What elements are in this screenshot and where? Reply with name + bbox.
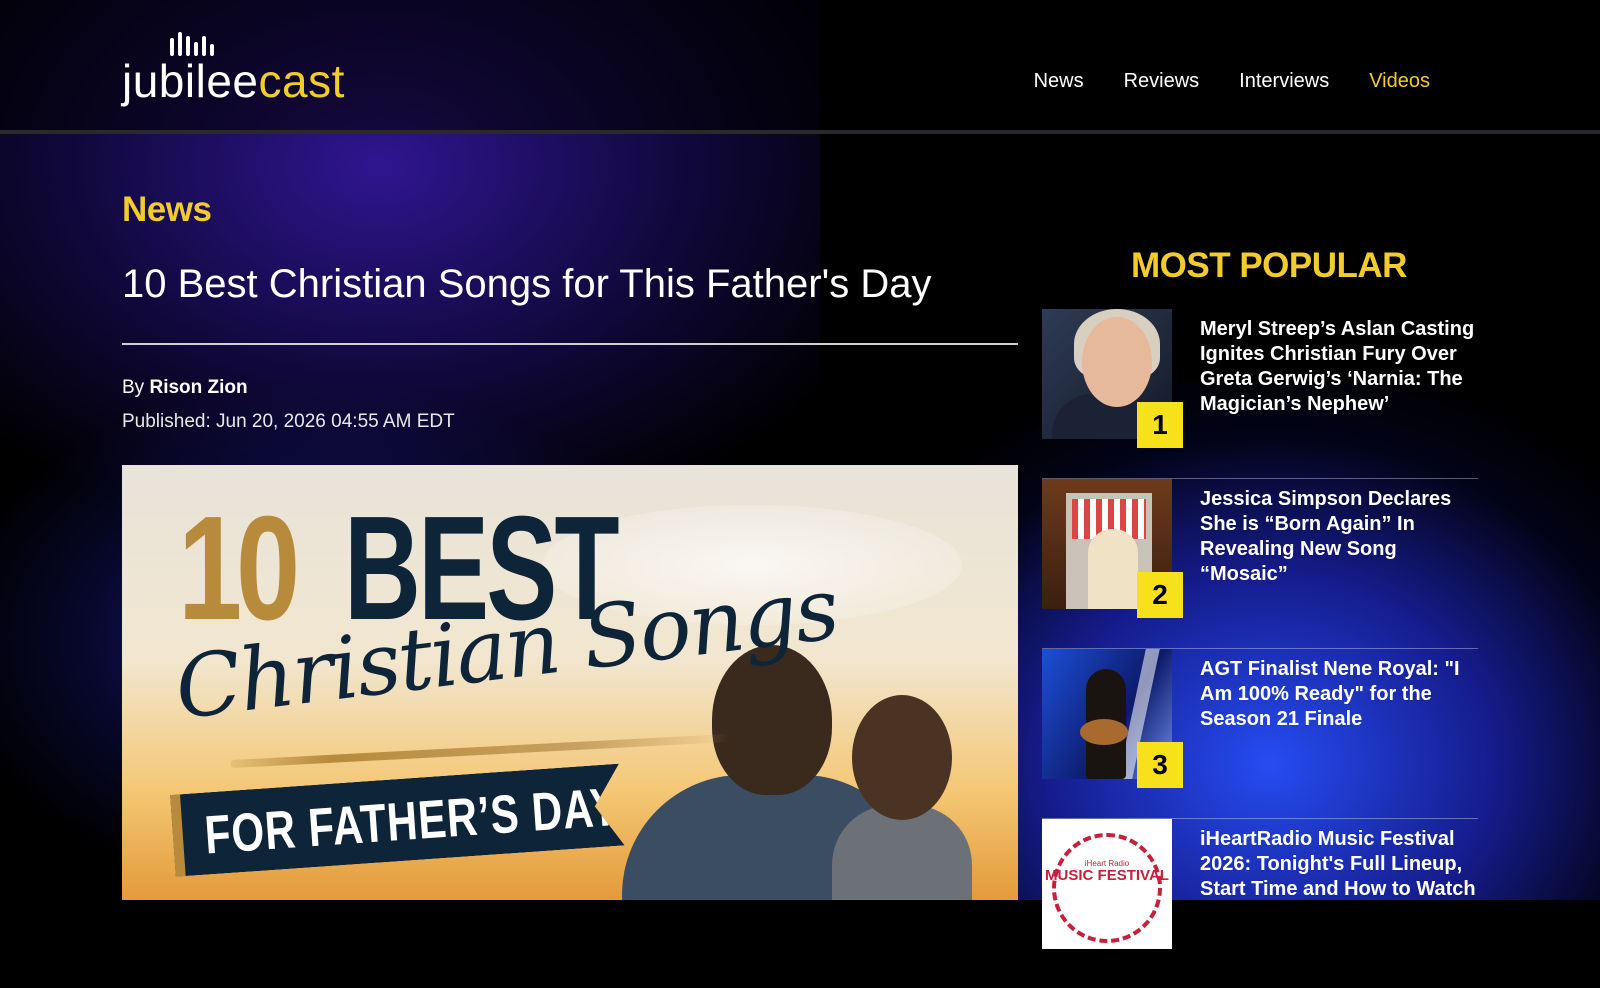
main-nav: News Reviews Interviews Videos [1034, 70, 1430, 93]
article-title: 10 Best Christian Songs for This Father'… [122, 262, 932, 306]
popular-thumbnail[interactable]: iHeart Radio MUSIC FESTIVAL [1042, 819, 1172, 949]
nav-item-videos[interactable]: Videos [1369, 70, 1430, 93]
rank-badge: 1 [1137, 402, 1183, 448]
article-category[interactable]: News [122, 190, 212, 230]
author-link[interactable]: Rison Zion [149, 377, 247, 398]
hero-number: 10 [178, 486, 300, 651]
byline-prefix: By [122, 377, 145, 398]
popular-item-title[interactable]: Meryl Streep’s Aslan Casting Ignites Chr… [1200, 317, 1480, 417]
byline: By Rison Zion [122, 377, 248, 399]
popular-item[interactable]: 3 AGT Finalist Nene Royal: "I Am 100% Re… [1042, 649, 1478, 819]
thumb-face [1082, 317, 1152, 407]
popular-item[interactable]: iHeart Radio MUSIC FESTIVAL iHeartRadio M… [1042, 819, 1478, 988]
most-popular-list: 1 Meryl Streep’s Aslan Casting Ignites C… [1042, 309, 1478, 988]
nav-item-interviews[interactable]: Interviews [1239, 70, 1329, 93]
sound-wave-icon [170, 30, 220, 56]
nav-item-news[interactable]: News [1034, 70, 1084, 93]
site-logo[interactable]: jubileecast [122, 28, 382, 112]
popular-item-title[interactable]: iHeartRadio Music Festival 2026: Tonight… [1200, 827, 1480, 902]
hero-ribbon: FOR FATHER’S DAY [170, 764, 625, 877]
popular-item[interactable]: 1 Meryl Streep’s Aslan Casting Ignites C… [1042, 309, 1478, 479]
popular-item-title[interactable]: Jessica Simpson Declares She is “Born Ag… [1200, 487, 1480, 587]
logo-text-primary: jubilee [122, 55, 259, 107]
festival-logo: iHeart Radio MUSIC FESTIVAL [1042, 859, 1172, 883]
son-head [852, 695, 952, 820]
rank-badge: 3 [1137, 742, 1183, 788]
logo-wordmark: jubileecast [122, 54, 345, 108]
hero-image: 10 BEST Christian Songs FOR FATHER’S DAY [122, 465, 1018, 900]
popular-item[interactable]: 2 Jessica Simpson Declares She is “Born … [1042, 479, 1478, 649]
festival-logo-main: MUSIC FESTIVAL [1045, 867, 1169, 884]
popular-item-title[interactable]: AGT Finalist Nene Royal: "I Am 100% Read… [1200, 657, 1480, 732]
title-divider [122, 343, 1018, 345]
most-popular-heading: MOST POPULAR [1131, 246, 1407, 285]
hero-ribbon-text: FOR FATHER’S DAY [202, 776, 622, 866]
thumb-ring [1052, 833, 1162, 943]
father-and-son-illustration [602, 645, 972, 900]
published-date: Published: Jun 20, 2026 04:55 AM EDT [122, 411, 455, 432]
site-header: jubileecast News Reviews Interviews Vide… [0, 0, 1600, 134]
guitar-icon [1080, 719, 1128, 745]
thumb-figure [1088, 529, 1138, 609]
logo-text-accent: cast [258, 55, 345, 107]
rank-badge: 2 [1137, 572, 1183, 618]
nav-item-reviews[interactable]: Reviews [1124, 70, 1200, 93]
